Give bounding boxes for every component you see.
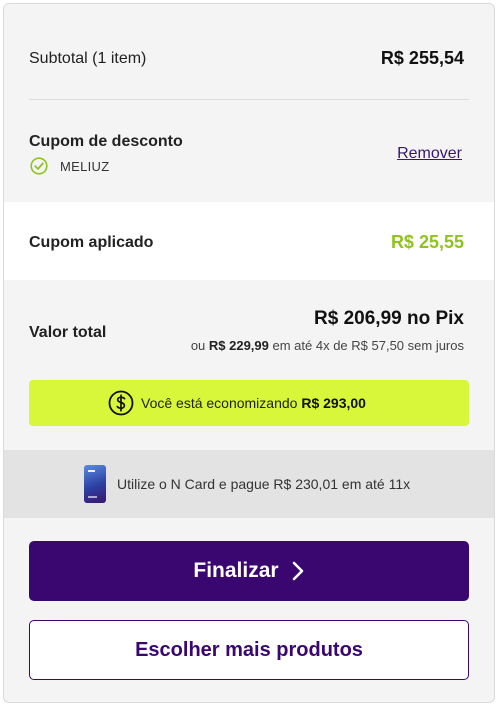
total-label: Valor total: [29, 324, 107, 341]
applied-coupon-row: Cupom aplicado R$ 25,55: [4, 202, 494, 280]
savings-banner: Você está economizando R$ 293,00: [29, 380, 469, 426]
applied-coupon-value: R$ 25,55: [390, 232, 464, 252]
coupon-title: Cupom de desconto: [29, 133, 183, 150]
installment-prefix: ou: [190, 338, 209, 353]
finalize-label: Finalizar: [193, 559, 279, 582]
coupon-row: Cupom de desconto MELIUZ Remover: [4, 100, 494, 202]
dollar-circle-icon: [108, 390, 134, 416]
check-circle-icon: [30, 157, 48, 175]
installment-info: ou R$ 229,99 em até 4x de R$ 57,50 sem j…: [191, 338, 464, 353]
subtotal-row: Subtotal (1 item) R$ 255,54: [4, 4, 494, 100]
applied-coupon-label: Cupom aplicado: [29, 234, 154, 251]
cart-summary-panel: Subtotal (1 item) R$ 255,54 Cupom de des…: [3, 3, 495, 703]
savings-prefix: Você está economizando: [141, 395, 302, 411]
savings-text: Você está economizando R$ 293,00: [141, 395, 366, 411]
coupon-code: MELIUZ: [60, 159, 110, 174]
finalize-button[interactable]: Finalizar: [29, 541, 469, 601]
credit-card-icon: [84, 465, 106, 503]
total-pix-price: R$ 206,99 no Pix: [314, 308, 464, 329]
savings-amount: R$ 293,00: [301, 395, 366, 411]
remove-coupon-link[interactable]: Remover: [397, 145, 462, 163]
subtotal-label: Subtotal (1 item): [29, 50, 147, 67]
total-row: Valor total R$ 206,99 no Pix ou R$ 229,9…: [4, 280, 494, 450]
chevron-right-icon: [292, 561, 303, 581]
subtotal-value: R$ 255,54: [380, 48, 464, 68]
installment-total: R$ 229,99: [208, 338, 269, 353]
installment-suffix: em até 4x de R$ 57,50 sem juros: [268, 338, 465, 353]
choose-more-products-button[interactable]: Escolher mais produtos: [29, 620, 469, 680]
ncard-banner: Utilize o N Card e pague R$ 230,01 em at…: [4, 450, 494, 518]
ncard-text: Utilize o N Card e pague R$ 230,01 em at…: [117, 476, 411, 492]
